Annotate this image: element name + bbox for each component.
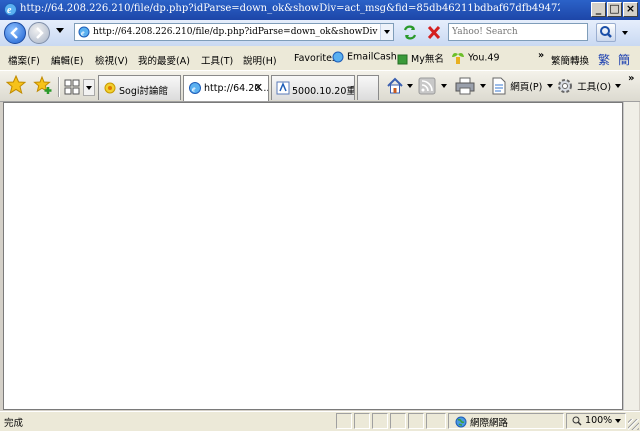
address-row: e http://64.208.226.210/file/dp.php?idPa…	[0, 20, 640, 46]
toolbar-separator	[58, 77, 60, 97]
arrow-left-icon	[10, 27, 18, 39]
chevron-down-icon	[615, 418, 622, 423]
maximize-button[interactable]: □	[607, 2, 622, 17]
link-mywushang[interactable]: My無名	[397, 51, 444, 65]
svg-text:e: e	[81, 29, 85, 38]
tab-label: 5000.10.20重...	[292, 86, 355, 97]
link-emailcash[interactable]: EmailCash	[332, 51, 397, 63]
status-bar: 完成 網際網路 100%	[0, 411, 640, 431]
feed-dropdown-icon[interactable]	[441, 84, 447, 88]
title-bar[interactable]: e http://64.208.226.210/file/dp.php?idPa…	[0, 0, 640, 20]
search-box[interactable]	[448, 23, 588, 41]
favorites-star-icon[interactable]	[6, 75, 26, 95]
you49-logo-icon	[452, 53, 464, 64]
menu-help[interactable]: 說明(H)	[243, 53, 277, 67]
minimize-button[interactable]: _	[591, 2, 606, 17]
simplified-button[interactable]: 簡	[618, 51, 630, 68]
sogi-favicon-icon	[104, 82, 116, 94]
tab-current[interactable]: e http://64.20... ✕	[183, 75, 269, 101]
close-tab-icon[interactable]: ✕	[254, 81, 263, 94]
magnifier-icon	[600, 26, 612, 38]
status-pane	[354, 413, 370, 429]
search-button[interactable]	[596, 23, 616, 42]
resize-grip[interactable]	[628, 419, 639, 430]
status-pane	[372, 413, 388, 429]
zone-label: 網際網路	[470, 418, 509, 429]
home-icon[interactable]	[386, 77, 404, 95]
add-favorite-icon[interactable]	[33, 75, 53, 95]
links-favorites-label: Favorites	[294, 53, 337, 64]
page-favicon-icon: e	[78, 26, 90, 38]
tab-sogi[interactable]: Sogi討論館	[98, 75, 181, 100]
magnifier-icon	[572, 416, 582, 426]
history-dropdown-icon[interactable]	[56, 28, 64, 33]
tab-label: Sogi討論館	[119, 86, 169, 97]
svg-text:e: e	[192, 85, 196, 94]
menu-edit[interactable]: 編輯(E)	[51, 53, 83, 67]
status-pane	[408, 413, 424, 429]
address-dropdown-icon[interactable]	[380, 24, 393, 40]
link-mywushang-label: My無名	[411, 54, 444, 65]
globe-icon	[455, 416, 467, 428]
arrow-right-icon	[36, 27, 44, 39]
search-input[interactable]	[452, 25, 582, 39]
zoom-control[interactable]: 100%	[572, 415, 622, 426]
tools-menu-label: 工具(O)	[577, 82, 612, 93]
status-pane	[426, 413, 446, 429]
menu-file[interactable]: 檔案(F)	[8, 53, 40, 67]
links-more-chevron[interactable]: »	[538, 50, 544, 61]
ie-page-icon	[332, 51, 344, 63]
convert-label[interactable]: 繁簡轉換	[551, 53, 589, 67]
menu-favorites[interactable]: 我的最愛(A)	[138, 53, 190, 67]
svg-text:e: e	[7, 5, 12, 16]
back-button[interactable]	[4, 22, 26, 44]
link-you49[interactable]: You.49	[451, 51, 499, 65]
window-title: http://64.208.226.210/file/dp.php?idPars…	[20, 3, 560, 14]
chevron-down-icon	[546, 84, 553, 88]
search-options-dropdown-icon[interactable]	[622, 31, 628, 35]
internet-zone[interactable]: 網際網路	[455, 415, 508, 429]
stop-icon[interactable]	[424, 23, 444, 42]
status-pane	[336, 413, 352, 429]
link-emailcash-label: EmailCash	[347, 51, 397, 63]
new-tab-button[interactable]	[357, 75, 379, 100]
page-icon	[492, 77, 506, 95]
tools-menu[interactable]: 工具(O)	[556, 77, 622, 95]
page-menu[interactable]: 網頁(P)	[491, 77, 553, 95]
print-icon[interactable]	[455, 77, 475, 95]
chevron-down-icon	[615, 84, 622, 88]
rss-feed-icon[interactable]	[418, 77, 436, 95]
close-button[interactable]: ×	[623, 2, 638, 17]
home-dropdown-icon[interactable]	[407, 84, 413, 88]
page-menu-label: 網頁(P)	[510, 82, 543, 93]
menu-view[interactable]: 檢視(V)	[95, 53, 128, 67]
page-content[interactable]	[3, 102, 623, 410]
status-text: 完成	[4, 418, 24, 429]
traditional-button[interactable]: 繁	[598, 51, 610, 68]
refresh-icon[interactable]	[400, 23, 420, 42]
vertical-scrollbar[interactable]	[623, 102, 639, 410]
address-bar[interactable]: e http://64.208.226.210/file/dp.php?idPa…	[74, 23, 394, 41]
address-url[interactable]: http://64.208.226.210/file/dp.php?idPars…	[93, 27, 378, 37]
page-favicon-icon	[276, 81, 290, 95]
gear-icon	[558, 79, 572, 93]
toolbar-more-chevron[interactable]: »	[628, 73, 634, 84]
print-dropdown-icon[interactable]	[480, 84, 486, 88]
ie-logo-icon: e	[4, 3, 17, 16]
ie-page-icon: e	[189, 82, 201, 94]
green-square-icon	[397, 54, 408, 65]
status-pane	[390, 413, 406, 429]
zoom-level: 100%	[585, 415, 613, 426]
forward-button[interactable]	[28, 22, 50, 44]
menu-tools[interactable]: 工具(T)	[201, 53, 233, 67]
tab-row: Sogi討論館 e http://64.20... ✕ 5000.10.20重.…	[0, 71, 640, 102]
chevron-down-icon	[86, 86, 92, 90]
quick-tabs-icon[interactable]	[64, 79, 80, 95]
link-you49-label: You.49	[468, 52, 500, 64]
menu-bar: 檔案(F) 編輯(E) 檢視(V) 我的最愛(A) 工具(T) 說明(H) Fa…	[0, 46, 640, 71]
tab-5000[interactable]: 5000.10.20重...	[271, 75, 355, 100]
tab-list-dropdown[interactable]	[83, 79, 95, 96]
